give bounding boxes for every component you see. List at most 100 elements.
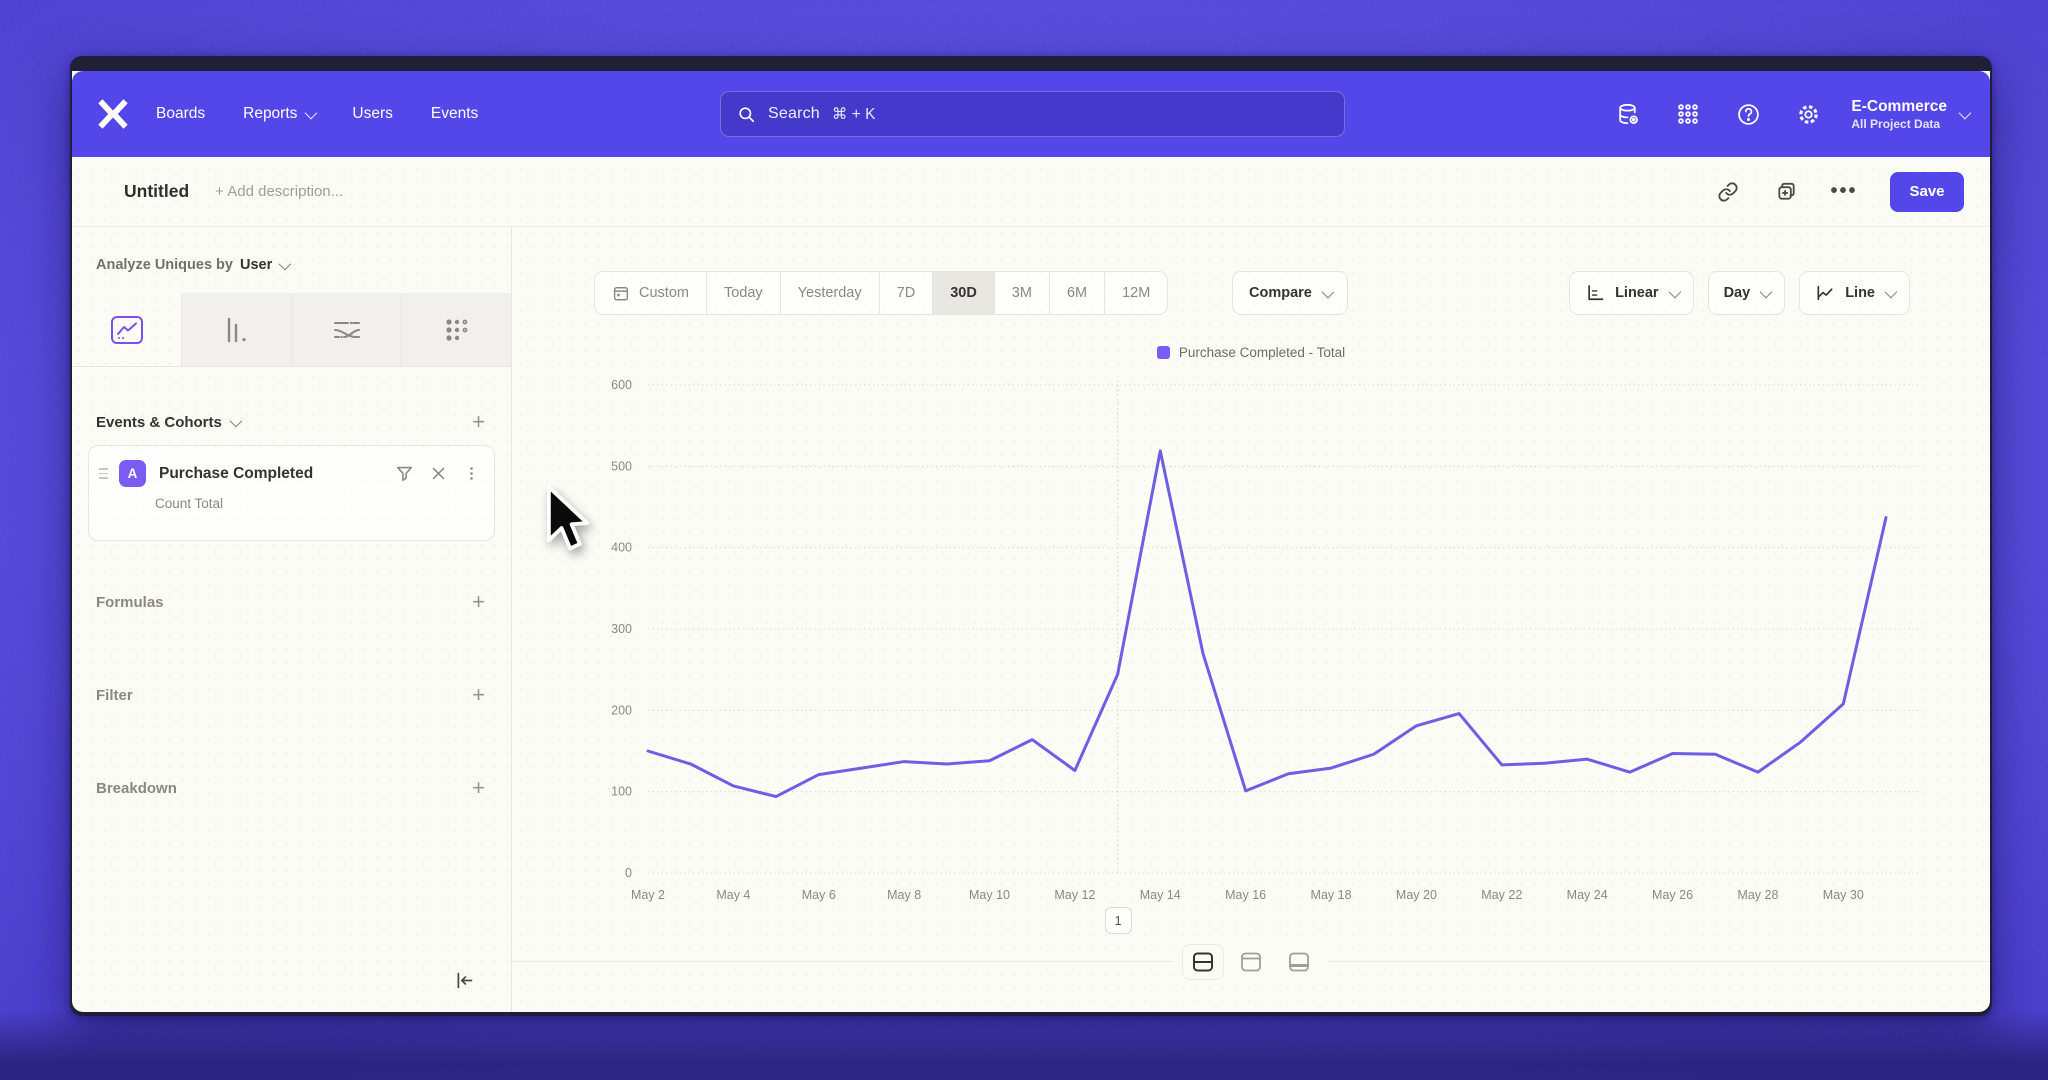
formulas-section-title: Formulas bbox=[96, 594, 164, 611]
filter-event-button[interactable] bbox=[395, 464, 414, 483]
help-button[interactable] bbox=[1725, 91, 1771, 137]
desktop-background: Boards Reports Users Events Search ⌘ + K bbox=[0, 0, 2048, 1080]
report-title[interactable]: Untitled bbox=[124, 181, 189, 202]
copy-link-button[interactable] bbox=[1706, 172, 1750, 212]
events-section-title[interactable]: Events & Cohorts bbox=[96, 414, 239, 431]
event-metric-selector[interactable]: Count Total bbox=[155, 496, 480, 511]
svg-text:May 6: May 6 bbox=[802, 888, 836, 902]
search-placeholder: Search bbox=[768, 105, 820, 123]
breakdown-section-header: Breakdown + bbox=[96, 775, 489, 801]
scale-label: Linear bbox=[1615, 285, 1659, 301]
chart-type-selector[interactable]: Line bbox=[1799, 271, 1910, 315]
svg-text:400: 400 bbox=[611, 541, 632, 555]
event-name[interactable]: Purchase Completed bbox=[159, 465, 313, 483]
tab-retention[interactable] bbox=[401, 293, 511, 366]
range-12m[interactable]: 12M bbox=[1104, 272, 1167, 314]
svg-text:May 12: May 12 bbox=[1054, 888, 1095, 902]
legend-swatch bbox=[1157, 346, 1170, 359]
interval-label: Day bbox=[1724, 285, 1751, 301]
formulas-section-header: Formulas + bbox=[96, 589, 489, 615]
svg-text:500: 500 bbox=[611, 459, 632, 473]
title-actions: ••• Save bbox=[1706, 172, 1964, 212]
filter-section-header: Filter + bbox=[96, 682, 489, 708]
layout-bottom-button[interactable] bbox=[1278, 944, 1320, 980]
report-type-tabs bbox=[72, 293, 511, 367]
nav-item-users[interactable]: Users bbox=[352, 105, 392, 123]
tab-insights[interactable] bbox=[72, 293, 181, 366]
event-series-badge[interactable]: A bbox=[119, 460, 146, 487]
range-today[interactable]: Today bbox=[706, 272, 780, 314]
drag-handle-icon[interactable] bbox=[99, 468, 113, 479]
add-formula-button[interactable]: + bbox=[468, 589, 489, 615]
add-filter-button[interactable]: + bbox=[468, 682, 489, 708]
range-3m[interactable]: 3M bbox=[994, 272, 1049, 314]
data-management-button[interactable] bbox=[1605, 91, 1651, 137]
layout-top-button[interactable] bbox=[1230, 944, 1272, 980]
svg-text:May 28: May 28 bbox=[1737, 888, 1778, 902]
range-7d[interactable]: 7D bbox=[879, 272, 933, 314]
project-switcher[interactable]: E-Commerce All Project Data bbox=[1851, 97, 1968, 130]
content-area: Analyze Uniques by User bbox=[72, 227, 1990, 1012]
event-more-button[interactable] bbox=[463, 464, 480, 483]
layout-bottom-icon bbox=[1287, 951, 1311, 973]
svg-text:May 4: May 4 bbox=[716, 888, 750, 902]
chevron-down-icon bbox=[279, 257, 292, 270]
collapse-left-icon bbox=[454, 970, 475, 991]
tab-flows[interactable] bbox=[291, 293, 401, 366]
layout-split-button[interactable] bbox=[1182, 944, 1224, 980]
range-label: 7D bbox=[897, 285, 916, 301]
mixpanel-logo-icon[interactable] bbox=[96, 97, 130, 131]
range-label: Yesterday bbox=[798, 285, 862, 301]
collapse-sidebar-button[interactable] bbox=[454, 970, 475, 996]
annotation-page-badge[interactable]: 1 bbox=[1105, 907, 1132, 934]
event-actions bbox=[395, 464, 480, 483]
apps-grid-button[interactable] bbox=[1665, 91, 1711, 137]
chevron-down-icon bbox=[1885, 285, 1898, 298]
range-custom[interactable]: Custom bbox=[595, 272, 706, 314]
nav-item-reports[interactable]: Reports bbox=[243, 105, 314, 123]
duplicate-button[interactable] bbox=[1764, 172, 1808, 212]
chart-toolbar: Custom Today Yesterday 7D 30D 3M 6M 12M … bbox=[512, 271, 1990, 315]
calendar-icon bbox=[612, 284, 630, 302]
event-card[interactable]: A Purchase Completed bbox=[88, 445, 495, 541]
analyze-by-selector[interactable]: User bbox=[240, 257, 288, 273]
svg-text:100: 100 bbox=[611, 785, 632, 799]
breakdown-section-title: Breakdown bbox=[96, 780, 177, 797]
range-yesterday[interactable]: Yesterday bbox=[780, 272, 879, 314]
compare-button[interactable]: Compare bbox=[1232, 271, 1348, 315]
retention-dots-icon bbox=[442, 315, 472, 345]
scale-selector[interactable]: Linear bbox=[1569, 271, 1694, 315]
remove-event-button[interactable] bbox=[430, 465, 447, 482]
layout-split-icon bbox=[1191, 951, 1215, 973]
project-name: E-Commerce bbox=[1851, 97, 1947, 116]
range-label: 3M bbox=[1012, 285, 1032, 301]
save-button[interactable]: Save bbox=[1890, 172, 1964, 212]
interval-selector[interactable]: Day bbox=[1708, 271, 1786, 315]
flows-icon bbox=[330, 315, 364, 345]
svg-text:May 8: May 8 bbox=[887, 888, 921, 902]
svg-text:May 10: May 10 bbox=[969, 888, 1010, 902]
add-event-button[interactable]: + bbox=[468, 409, 489, 435]
nav-item-boards[interactable]: Boards bbox=[156, 105, 205, 123]
nav-item-label: Reports bbox=[243, 105, 297, 123]
more-options-button[interactable]: ••• bbox=[1822, 172, 1866, 212]
tab-funnels[interactable] bbox=[181, 293, 291, 366]
range-30d[interactable]: 30D bbox=[932, 272, 994, 314]
axis-scale-icon bbox=[1585, 283, 1605, 303]
add-description-field[interactable]: + Add description... bbox=[215, 183, 343, 200]
line-chart[interactable]: 0100200300400500600May 2May 4May 6May 8M… bbox=[512, 373, 1990, 933]
project-scope: All Project Data bbox=[1851, 117, 1947, 131]
chart-legend: Purchase Completed - Total bbox=[512, 345, 1990, 360]
layout-toggle-group bbox=[1174, 939, 1328, 985]
global-search-input[interactable]: Search ⌘ + K bbox=[720, 91, 1345, 137]
range-6m[interactable]: 6M bbox=[1049, 272, 1104, 314]
nav-item-events[interactable]: Events bbox=[431, 105, 478, 123]
legend-label: Purchase Completed - Total bbox=[1179, 345, 1345, 360]
event-card-row: A Purchase Completed bbox=[99, 460, 480, 487]
date-range-segmented-control: Custom Today Yesterday 7D 30D 3M 6M 12M bbox=[594, 271, 1168, 315]
svg-text:May 18: May 18 bbox=[1311, 888, 1352, 902]
svg-text:May 20: May 20 bbox=[1396, 888, 1437, 902]
range-label: 30D bbox=[950, 285, 977, 301]
settings-button[interactable] bbox=[1785, 91, 1831, 137]
add-breakdown-button[interactable]: + bbox=[468, 775, 489, 801]
